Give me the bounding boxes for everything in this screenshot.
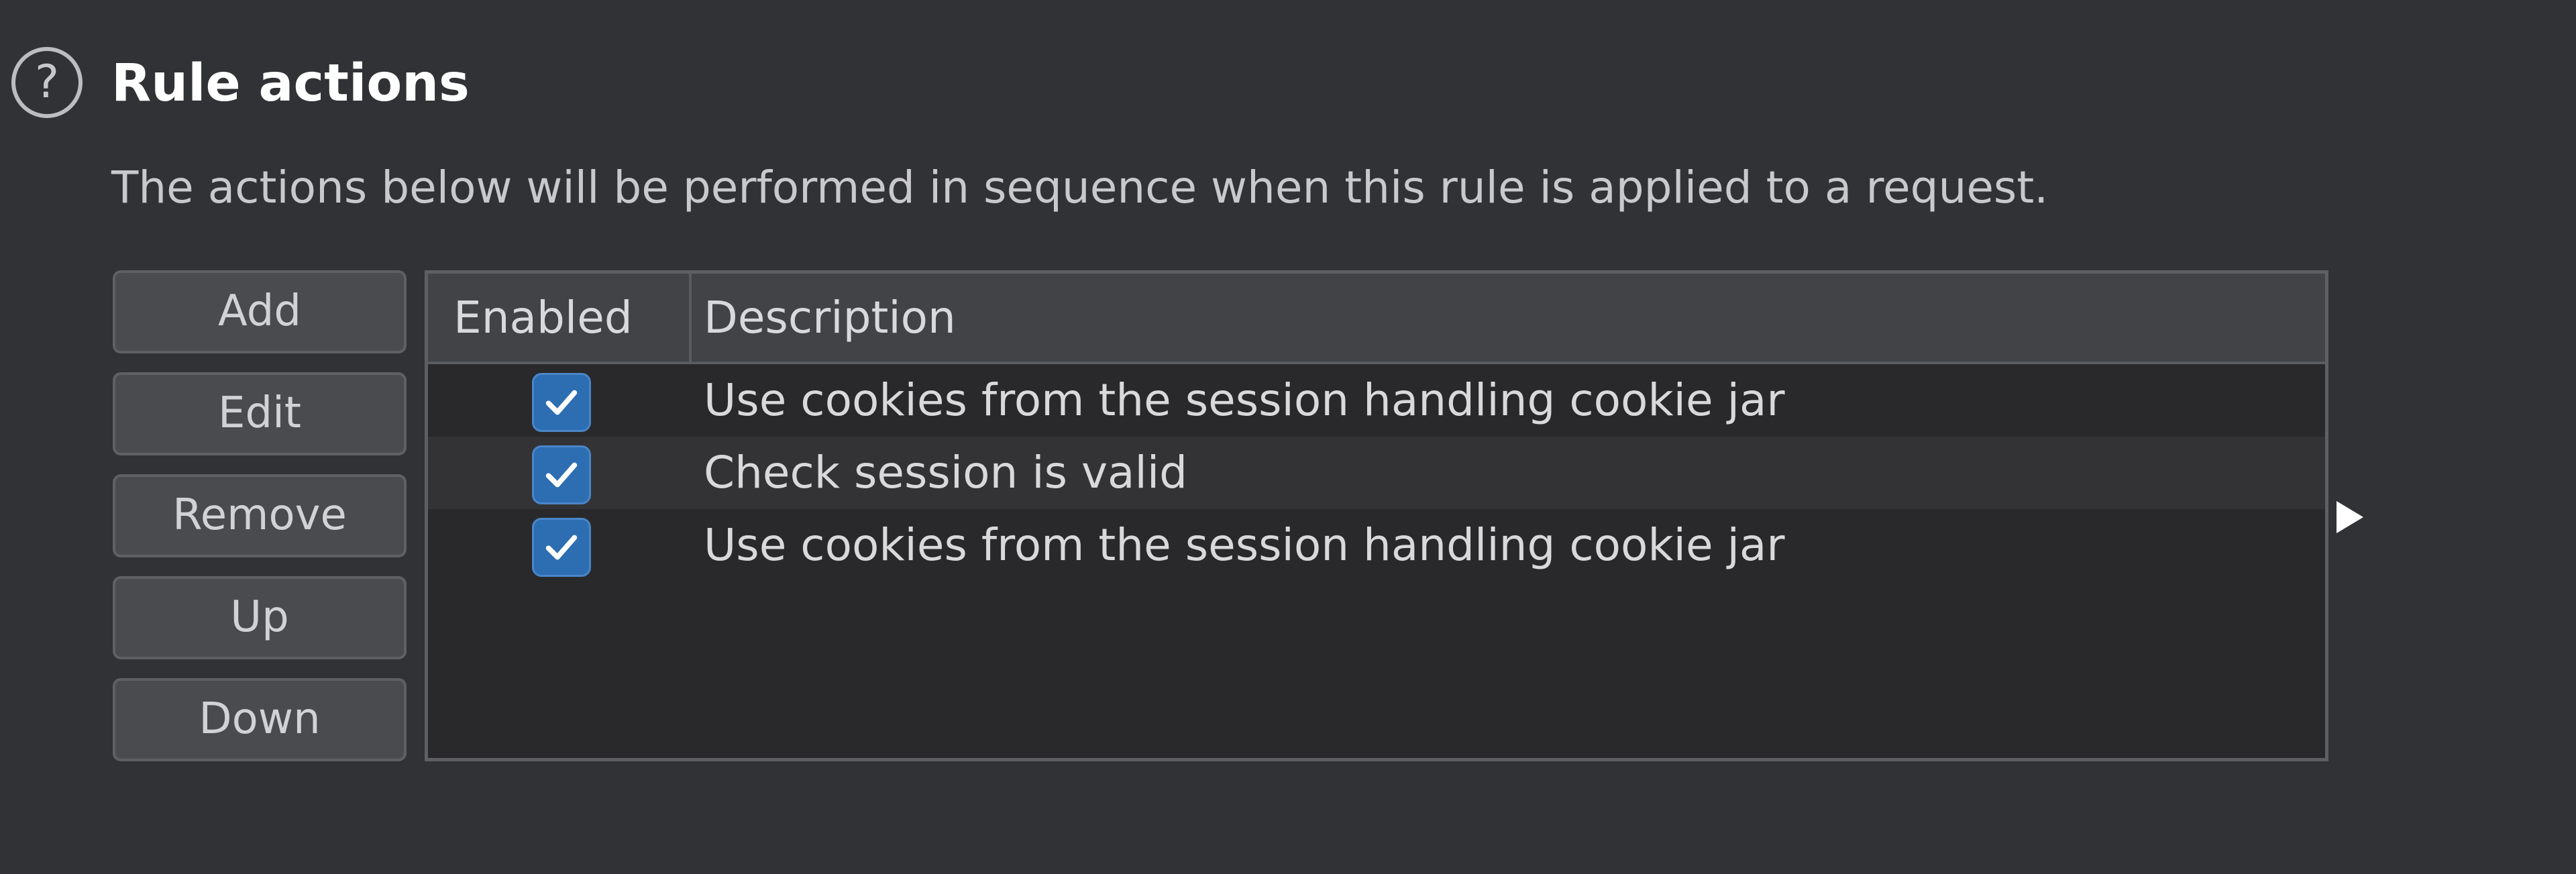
table-row[interactable]: Check session is valid [428, 437, 2325, 509]
column-header-enabled[interactable]: Enabled [453, 274, 633, 362]
down-button[interactable]: Down [113, 678, 407, 761]
section-title: Rule actions [111, 54, 470, 113]
row-description: Use cookies from the session handling co… [704, 374, 1785, 426]
checkmark-icon [545, 462, 578, 488]
row-description: Use cookies from the session handling co… [704, 519, 1785, 571]
table-row[interactable]: Use cookies from the session handling co… [428, 364, 2325, 437]
add-button[interactable]: Add [113, 270, 407, 353]
column-header-description[interactable]: Description [704, 274, 956, 362]
remove-button[interactable]: Remove [113, 474, 407, 557]
enabled-checkbox[interactable] [532, 445, 591, 504]
edit-button[interactable]: Edit [113, 372, 407, 455]
table-header: Enabled Description [428, 274, 2325, 364]
help-icon[interactable]: ? [11, 47, 83, 118]
section-description: The actions below will be performed in s… [111, 162, 2049, 213]
checkmark-icon [545, 390, 578, 415]
up-button[interactable]: Up [113, 576, 407, 659]
row-description: Check session is valid [704, 447, 1188, 498]
table-row[interactable]: Use cookies from the session handling co… [428, 509, 2325, 582]
enabled-checkbox[interactable] [532, 518, 591, 577]
enabled-checkbox[interactable] [532, 373, 591, 432]
column-divider[interactable] [689, 274, 692, 362]
triangle-right-icon[interactable] [2337, 501, 2363, 533]
checkmark-icon [545, 535, 578, 560]
rule-actions-table: Enabled Description Use cookies from the… [425, 270, 2328, 761]
